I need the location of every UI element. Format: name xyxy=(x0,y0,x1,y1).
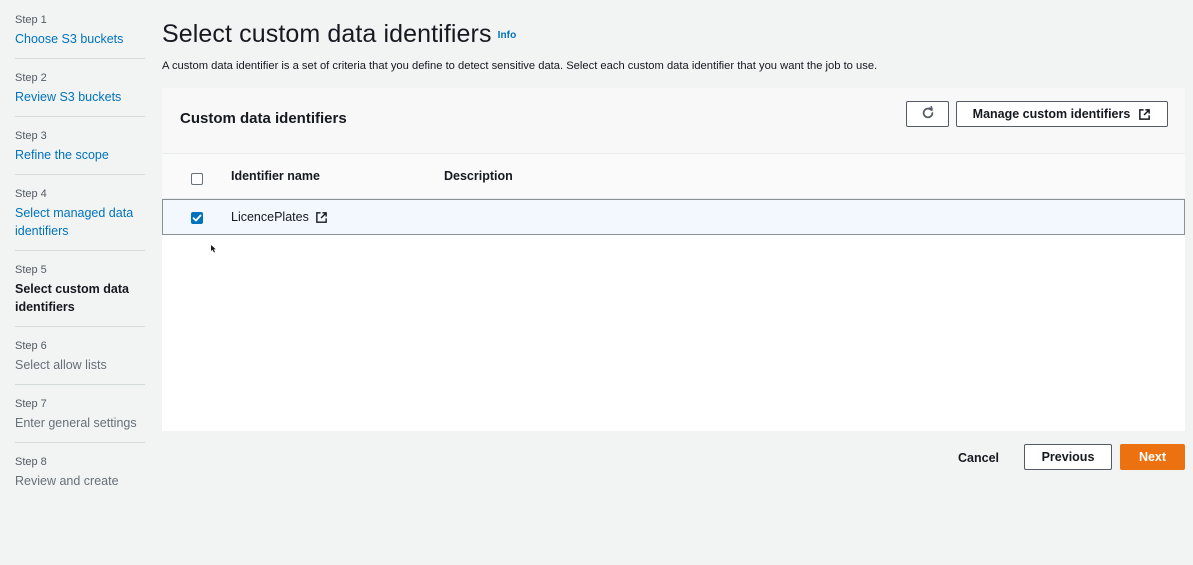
manage-custom-identifiers-button[interactable]: Manage custom identifiers xyxy=(956,101,1168,127)
row-checkbox[interactable] xyxy=(191,212,203,224)
column-header-identifier-name[interactable]: Identifier name xyxy=(231,169,320,183)
manage-button-label: Manage custom identifiers xyxy=(972,107,1131,121)
step-number: Step 3 xyxy=(15,130,47,142)
mouse-cursor-icon xyxy=(211,240,217,258)
step-4: Step 4 Select managed data identifiers xyxy=(15,188,145,251)
step-link-choose-s3-buckets[interactable]: Choose S3 buckets xyxy=(15,30,145,48)
step-number: Step 5 xyxy=(15,264,47,276)
step-link-review-s3-buckets[interactable]: Review S3 buckets xyxy=(15,88,145,106)
step-link-managed-identifiers[interactable]: Select managed data identifiers xyxy=(15,204,145,240)
refresh-button[interactable] xyxy=(906,101,949,127)
page-description: A custom data identifier is a set of cri… xyxy=(162,60,878,72)
step-7: Step 7 Enter general settings xyxy=(15,398,145,443)
cancel-button[interactable]: Cancel xyxy=(958,451,999,465)
step-number: Step 2 xyxy=(15,72,47,84)
table-header: Identifier name Description xyxy=(162,154,1185,199)
column-header-description[interactable]: Description xyxy=(444,169,513,183)
step-6: Step 6 Select allow lists xyxy=(15,340,145,385)
identifier-name-cell: LicencePlates xyxy=(231,210,328,224)
identifier-name-link[interactable]: LicencePlates xyxy=(231,210,309,224)
custom-identifiers-container: Custom data identifiers Manage custom id… xyxy=(162,88,1185,431)
next-button[interactable]: Next xyxy=(1120,444,1185,470)
external-link-icon xyxy=(1138,108,1151,121)
checkmark-icon xyxy=(192,214,202,222)
step-8: Step 8 Review and create xyxy=(15,456,145,500)
step-number: Step 4 xyxy=(15,188,47,200)
page-title: Select custom data identifiers Info xyxy=(162,20,516,49)
step-number: Step 7 xyxy=(15,398,47,410)
step-number: Step 6 xyxy=(15,340,47,352)
page-title-text: Select custom data identifiers xyxy=(162,20,492,48)
step-3: Step 3 Refine the scope xyxy=(15,130,145,175)
refresh-icon xyxy=(921,105,935,123)
step-number: Step 8 xyxy=(15,456,47,468)
step-2: Step 2 Review S3 buckets xyxy=(15,72,145,117)
step-5: Step 5 Select custom data identifiers xyxy=(15,264,145,327)
table-row[interactable]: LicencePlates xyxy=(162,199,1185,235)
external-link-icon[interactable] xyxy=(315,211,328,224)
container-header: Custom data identifiers Manage custom id… xyxy=(162,88,1185,154)
step-current-custom-identifiers: Select custom data identifiers xyxy=(15,282,129,314)
step-1: Step 1 Choose S3 buckets xyxy=(15,14,145,59)
step-review-create: Review and create xyxy=(15,474,119,488)
step-allow-lists: Select allow lists xyxy=(15,358,107,372)
step-number: Step 1 xyxy=(15,14,47,26)
info-link[interactable]: Info xyxy=(498,30,517,41)
select-all-checkbox[interactable] xyxy=(191,173,203,185)
wizard-steps: Step 1 Choose S3 buckets Step 2 Review S… xyxy=(15,14,145,513)
step-link-refine-scope[interactable]: Refine the scope xyxy=(15,146,145,164)
step-general-settings: Enter general settings xyxy=(15,416,137,430)
previous-button[interactable]: Previous xyxy=(1024,444,1112,470)
container-title: Custom data identifiers xyxy=(180,110,347,127)
